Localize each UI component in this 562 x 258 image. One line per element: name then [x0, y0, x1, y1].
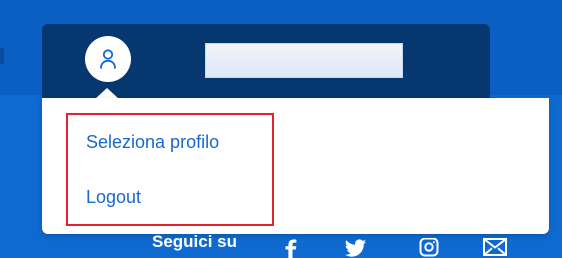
- twitter-icon: [345, 239, 366, 257]
- twitter-link[interactable]: [341, 238, 371, 258]
- avatar-button[interactable]: [85, 36, 131, 82]
- follow-us-label: Seguici su: [152, 232, 238, 251]
- select-profile-menu-item[interactable]: Seleziona profilo: [86, 130, 219, 154]
- instagram-icon: [419, 238, 439, 257]
- username-placeholder: [205, 43, 403, 78]
- logout-menu-item[interactable]: Logout: [86, 185, 141, 209]
- instagram-link[interactable]: [414, 238, 444, 258]
- facebook-link[interactable]: [276, 238, 306, 258]
- facebook-icon: [285, 239, 297, 258]
- left-edge-strip: [0, 48, 4, 64]
- email-link[interactable]: [480, 238, 510, 258]
- email-icon: [483, 238, 507, 256]
- user-icon: [100, 49, 116, 69]
